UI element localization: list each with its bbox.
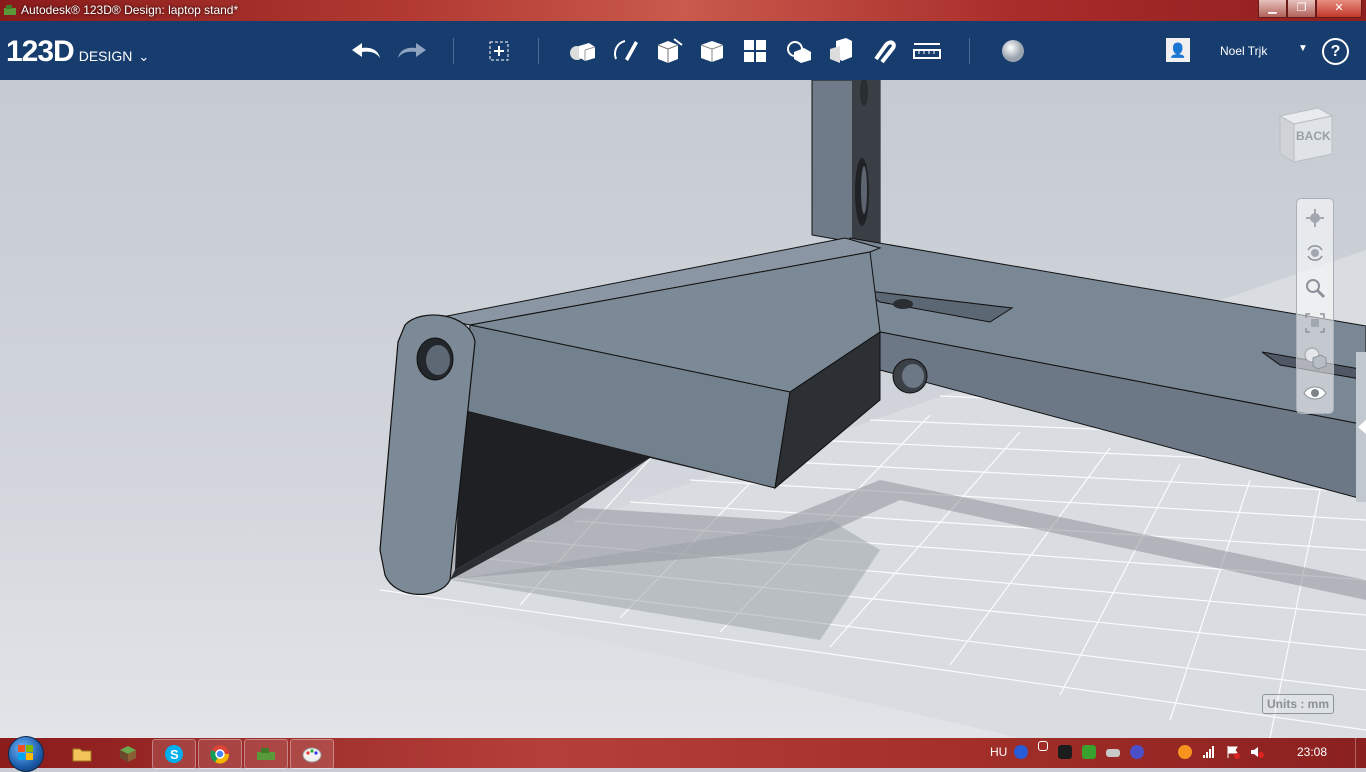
toolbar-separator bbox=[969, 38, 970, 64]
measure-icon[interactable] bbox=[910, 36, 944, 66]
show-desktop-button[interactable] bbox=[1355, 738, 1366, 768]
zoom-icon[interactable] bbox=[1302, 275, 1328, 301]
volume-muted-icon[interactable] bbox=[1250, 745, 1264, 759]
orbit-icon[interactable] bbox=[1302, 240, 1328, 266]
fit-icon[interactable] bbox=[1302, 310, 1328, 336]
visibility-eye-icon[interactable] bbox=[1302, 380, 1328, 406]
primitives-icon[interactable] bbox=[565, 36, 599, 66]
viewcube[interactable]: BACK bbox=[1274, 104, 1334, 164]
pan-icon[interactable] bbox=[1302, 205, 1328, 231]
nvidia-tray-icon[interactable] bbox=[1082, 745, 1096, 759]
language-indicator[interactable]: HU bbox=[990, 745, 1007, 759]
combine-icon[interactable] bbox=[824, 36, 858, 66]
drive-tray-icon[interactable] bbox=[1106, 749, 1120, 757]
transform-icon[interactable] bbox=[482, 36, 516, 66]
window-title: Autodesk® 123D® Design: laptop stand* bbox=[21, 3, 239, 17]
window-title-bar: Autodesk® 123D® Design: laptop stand* ▁ … bbox=[0, 0, 1366, 21]
logo-text: 123D bbox=[6, 35, 75, 68]
user-menu-caret-icon[interactable]: ▼ bbox=[1298, 43, 1308, 54]
paint-icon[interactable] bbox=[290, 739, 334, 769]
windows-logo-icon bbox=[18, 745, 34, 761]
modify-icon[interactable] bbox=[695, 36, 729, 66]
main-toolbar: 123D DESIGN ⌄ 👤 Noel Trjk ▼ ? bbox=[0, 21, 1366, 80]
scene-canvas bbox=[379, 80, 1366, 738]
construct-icon[interactable] bbox=[652, 36, 686, 66]
svg-text:S: S bbox=[170, 747, 179, 762]
pattern-icon[interactable] bbox=[738, 36, 772, 66]
3d-viewport[interactable]: BACK Units : mm bbox=[0, 80, 1366, 738]
logo-subtext: DESIGN bbox=[78, 48, 133, 64]
steam-tray-icon[interactable] bbox=[1058, 745, 1072, 759]
skype-icon[interactable]: S bbox=[152, 739, 196, 769]
close-button[interactable]: ✕ bbox=[1316, 0, 1362, 18]
help-tray-icon[interactable] bbox=[1014, 745, 1028, 759]
grouping-icon[interactable] bbox=[781, 36, 815, 66]
app-window-icon bbox=[4, 5, 16, 15]
flag-alert-icon[interactable] bbox=[1226, 745, 1240, 759]
user-name[interactable]: Noel Trjk bbox=[1220, 44, 1267, 58]
start-button[interactable] bbox=[8, 736, 44, 772]
navigation-bar bbox=[1296, 198, 1334, 414]
viewcube-face-label: BACK bbox=[1296, 129, 1331, 143]
undo-icon[interactable] bbox=[350, 36, 384, 66]
clock[interactable]: 23:08 bbox=[1297, 745, 1327, 759]
toolbar-separator bbox=[453, 38, 454, 64]
chrome-icon[interactable] bbox=[198, 739, 242, 769]
network-signal-icon[interactable] bbox=[1202, 745, 1216, 759]
action-center-icon[interactable] bbox=[1038, 741, 1048, 751]
minimize-button[interactable]: ▁ bbox=[1258, 0, 1287, 18]
sketch-icon[interactable] bbox=[609, 36, 643, 66]
update-tray-icon[interactable] bbox=[1178, 745, 1192, 759]
minecraft-icon[interactable] bbox=[106, 739, 150, 769]
windows-taskbar: S HU 23:08 bbox=[0, 736, 1366, 772]
snap-icon[interactable] bbox=[867, 36, 901, 66]
model-back-plate bbox=[811, 80, 881, 246]
app-menu-button[interactable]: 123D DESIGN ⌄ bbox=[6, 35, 149, 69]
restore-button[interactable]: ❐ bbox=[1287, 0, 1316, 18]
explorer-icon[interactable] bbox=[60, 739, 104, 769]
help-button[interactable]: ? bbox=[1322, 38, 1349, 65]
toolbar-separator bbox=[538, 38, 539, 64]
app-tray-icon[interactable] bbox=[1130, 745, 1144, 759]
units-indicator[interactable]: Units : mm bbox=[1262, 694, 1335, 714]
redo-icon[interactable] bbox=[394, 36, 428, 66]
visual-style-icon[interactable] bbox=[1302, 345, 1328, 371]
expand-panel-arrow-icon[interactable] bbox=[1358, 420, 1366, 434]
material-icon[interactable] bbox=[996, 36, 1030, 66]
123d-design-icon[interactable] bbox=[244, 739, 288, 769]
chevron-down-icon: ⌄ bbox=[138, 49, 150, 64]
user-avatar[interactable]: 👤 bbox=[1166, 38, 1190, 62]
